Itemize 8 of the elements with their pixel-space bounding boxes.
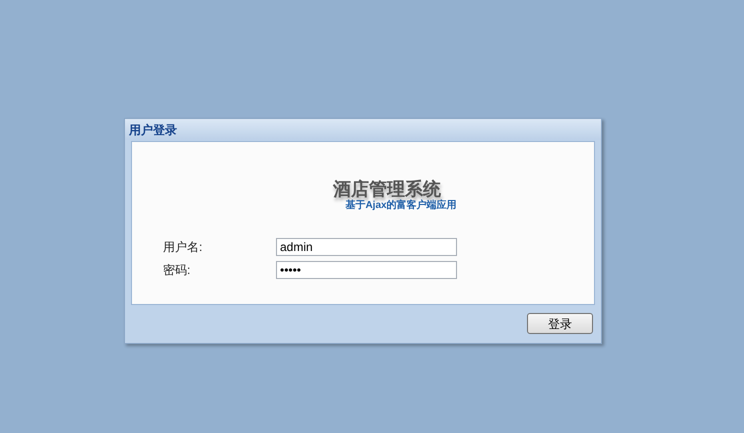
- input-field[interactable]: admin: [276, 238, 457, 256]
- login-button[interactable]: 登录: [527, 313, 593, 334]
- dialog-title: 用户登录: [129, 122, 177, 138]
- field-label: 用户名:: [163, 239, 204, 256]
- logo-subtitle: 基于Ajax的富客户端应用: [345, 200, 457, 212]
- logo-title: 酒店管理系统: [333, 178, 441, 199]
- input-field[interactable]: •••••: [276, 261, 457, 279]
- field-label: 密码:: [163, 262, 192, 279]
